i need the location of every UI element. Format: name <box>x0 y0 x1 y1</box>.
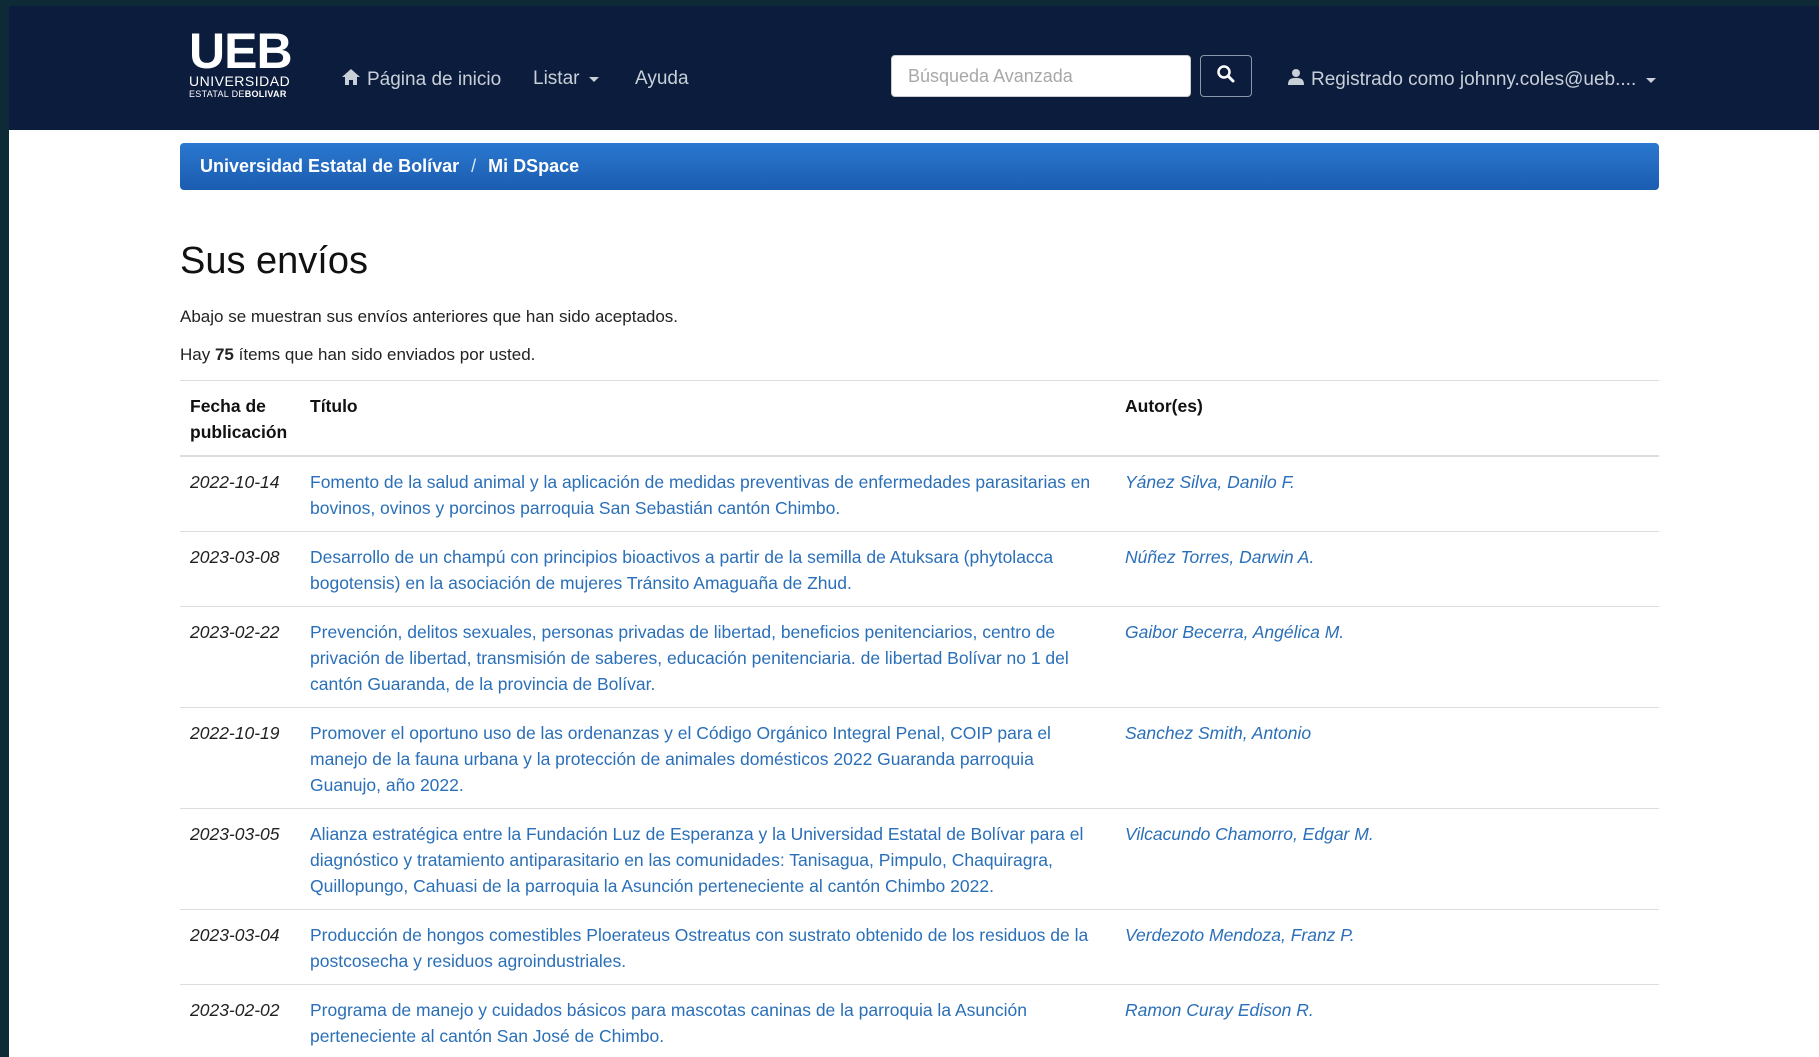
logo-line-state: ESTATAL DEBOLIVAR <box>189 89 287 99</box>
breadcrumb-current: Mi DSpace <box>488 156 580 176</box>
user-label: Registrado como johnny.coles@ueb.... <box>1311 69 1637 90</box>
search-icon <box>1216 64 1236 89</box>
row-author-link[interactable]: Vilcacundo Chamorro, Edgar M. <box>1125 824 1374 844</box>
caret-down-icon <box>589 76 600 82</box>
user-account-dropdown[interactable]: Registrado como johnny.coles@ueb.... <box>1287 68 1657 92</box>
row-title-link[interactable]: Alianza estratégica entre la Fundación L… <box>310 824 1083 896</box>
nav-list-dropdown[interactable]: Listar <box>533 68 600 90</box>
submission-count: Hay 75 ítems que han sido enviados por u… <box>180 345 536 364</box>
nav-help-link[interactable]: Ayuda <box>635 68 689 90</box>
table-row: 2023-03-04 Producción de hongos comestib… <box>180 909 1659 985</box>
row-author-link[interactable]: Ramon Curay Edison R. <box>1125 1000 1314 1020</box>
search-button[interactable] <box>1200 55 1252 97</box>
page-intro: Abajo se muestran sus envíos anteriores … <box>180 307 679 326</box>
caret-down-icon <box>1646 77 1657 83</box>
row-title-link[interactable]: Prevención, delitos sexuales, personas p… <box>310 622 1069 694</box>
row-author-link[interactable]: Yánez Silva, Danilo F. <box>1125 472 1295 492</box>
row-title-link[interactable]: Producción de hongos comestibles Ploerat… <box>310 925 1088 971</box>
ueb-logo[interactable]: UEB UNIVERSIDAD ESTATAL DEBOLIVAR <box>189 23 299 110</box>
nav-help-label: Ayuda <box>635 68 689 89</box>
table-header-row: Fecha de publicación Título Autor(es) <box>180 380 1659 457</box>
nav-home-label: Página de inicio <box>367 69 502 90</box>
top-navbar: UEB UNIVERSIDAD ESTATAL DEBOLIVAR Página… <box>9 6 1819 130</box>
row-author-link[interactable]: Verdezoto Mendoza, Franz P. <box>1125 925 1355 945</box>
page-title: Sus envíos <box>180 240 368 282</box>
breadcrumb: Universidad Estatal de Bolívar / Mi DSpa… <box>180 143 1659 190</box>
table-row: 2023-02-22 Prevención, delitos sexuales,… <box>180 606 1659 708</box>
search-input[interactable] <box>891 55 1191 97</box>
row-date: 2022-10-19 <box>180 707 300 809</box>
table-row: 2022-10-19 Promover el oportuno uso de l… <box>180 707 1659 809</box>
row-date: 2023-02-02 <box>180 984 300 1057</box>
table-row: 2023-03-08 Desarrollo de un champú con p… <box>180 531 1659 607</box>
breadcrumb-root-link[interactable]: Universidad Estatal de Bolívar <box>200 156 459 177</box>
header-date[interactable]: Fecha de publicación <box>180 380 300 457</box>
table-row: 2023-03-05 Alianza estratégica entre la … <box>180 808 1659 910</box>
row-title-link[interactable]: Fomento de la salud animal y la aplicaci… <box>310 472 1090 518</box>
home-icon <box>341 68 361 92</box>
count-value: 75 <box>214 345 234 364</box>
table-row: 2023-02-02 Programa de manejo y cuidados… <box>180 984 1659 1057</box>
row-date: 2023-03-04 <box>180 909 300 985</box>
header-title[interactable]: Título <box>300 380 1115 457</box>
table-row: 2022-10-14 Fomento de la salud animal y … <box>180 455 1659 532</box>
row-author-link[interactable]: Núñez Torres, Darwin A. <box>1125 547 1314 567</box>
row-date: 2022-10-14 <box>180 455 300 532</box>
browser-page: UEB UNIVERSIDAD ESTATAL DEBOLIVAR Página… <box>9 6 1819 1057</box>
row-title-link[interactable]: Desarrollo de un champú con principios b… <box>310 547 1053 593</box>
submissions-table: Fecha de publicación Título Autor(es) 202… <box>180 380 1659 1057</box>
row-date: 2023-03-05 <box>180 808 300 910</box>
nav-list-label: Listar <box>533 68 580 89</box>
breadcrumb-separator: / <box>471 156 477 176</box>
row-date: 2023-02-22 <box>180 606 300 708</box>
logo-acronym: UEB <box>189 23 293 79</box>
nav-home-link[interactable]: Página de inicio <box>341 68 501 92</box>
row-title-link[interactable]: Programa de manejo y cuidados básicos pa… <box>310 1000 1027 1046</box>
header-authors[interactable]: Autor(es) <box>1115 380 1659 457</box>
user-icon <box>1287 68 1305 92</box>
row-author-link[interactable]: Gaibor Becerra, Angélica M. <box>1125 622 1344 642</box>
logo-line-university: UNIVERSIDAD <box>189 73 291 89</box>
row-title-link[interactable]: Promover el oportuno uso de las ordenanz… <box>310 723 1051 795</box>
row-author-link[interactable]: Sanchez Smith, Antonio <box>1125 723 1311 743</box>
row-date: 2023-03-08 <box>180 531 300 607</box>
